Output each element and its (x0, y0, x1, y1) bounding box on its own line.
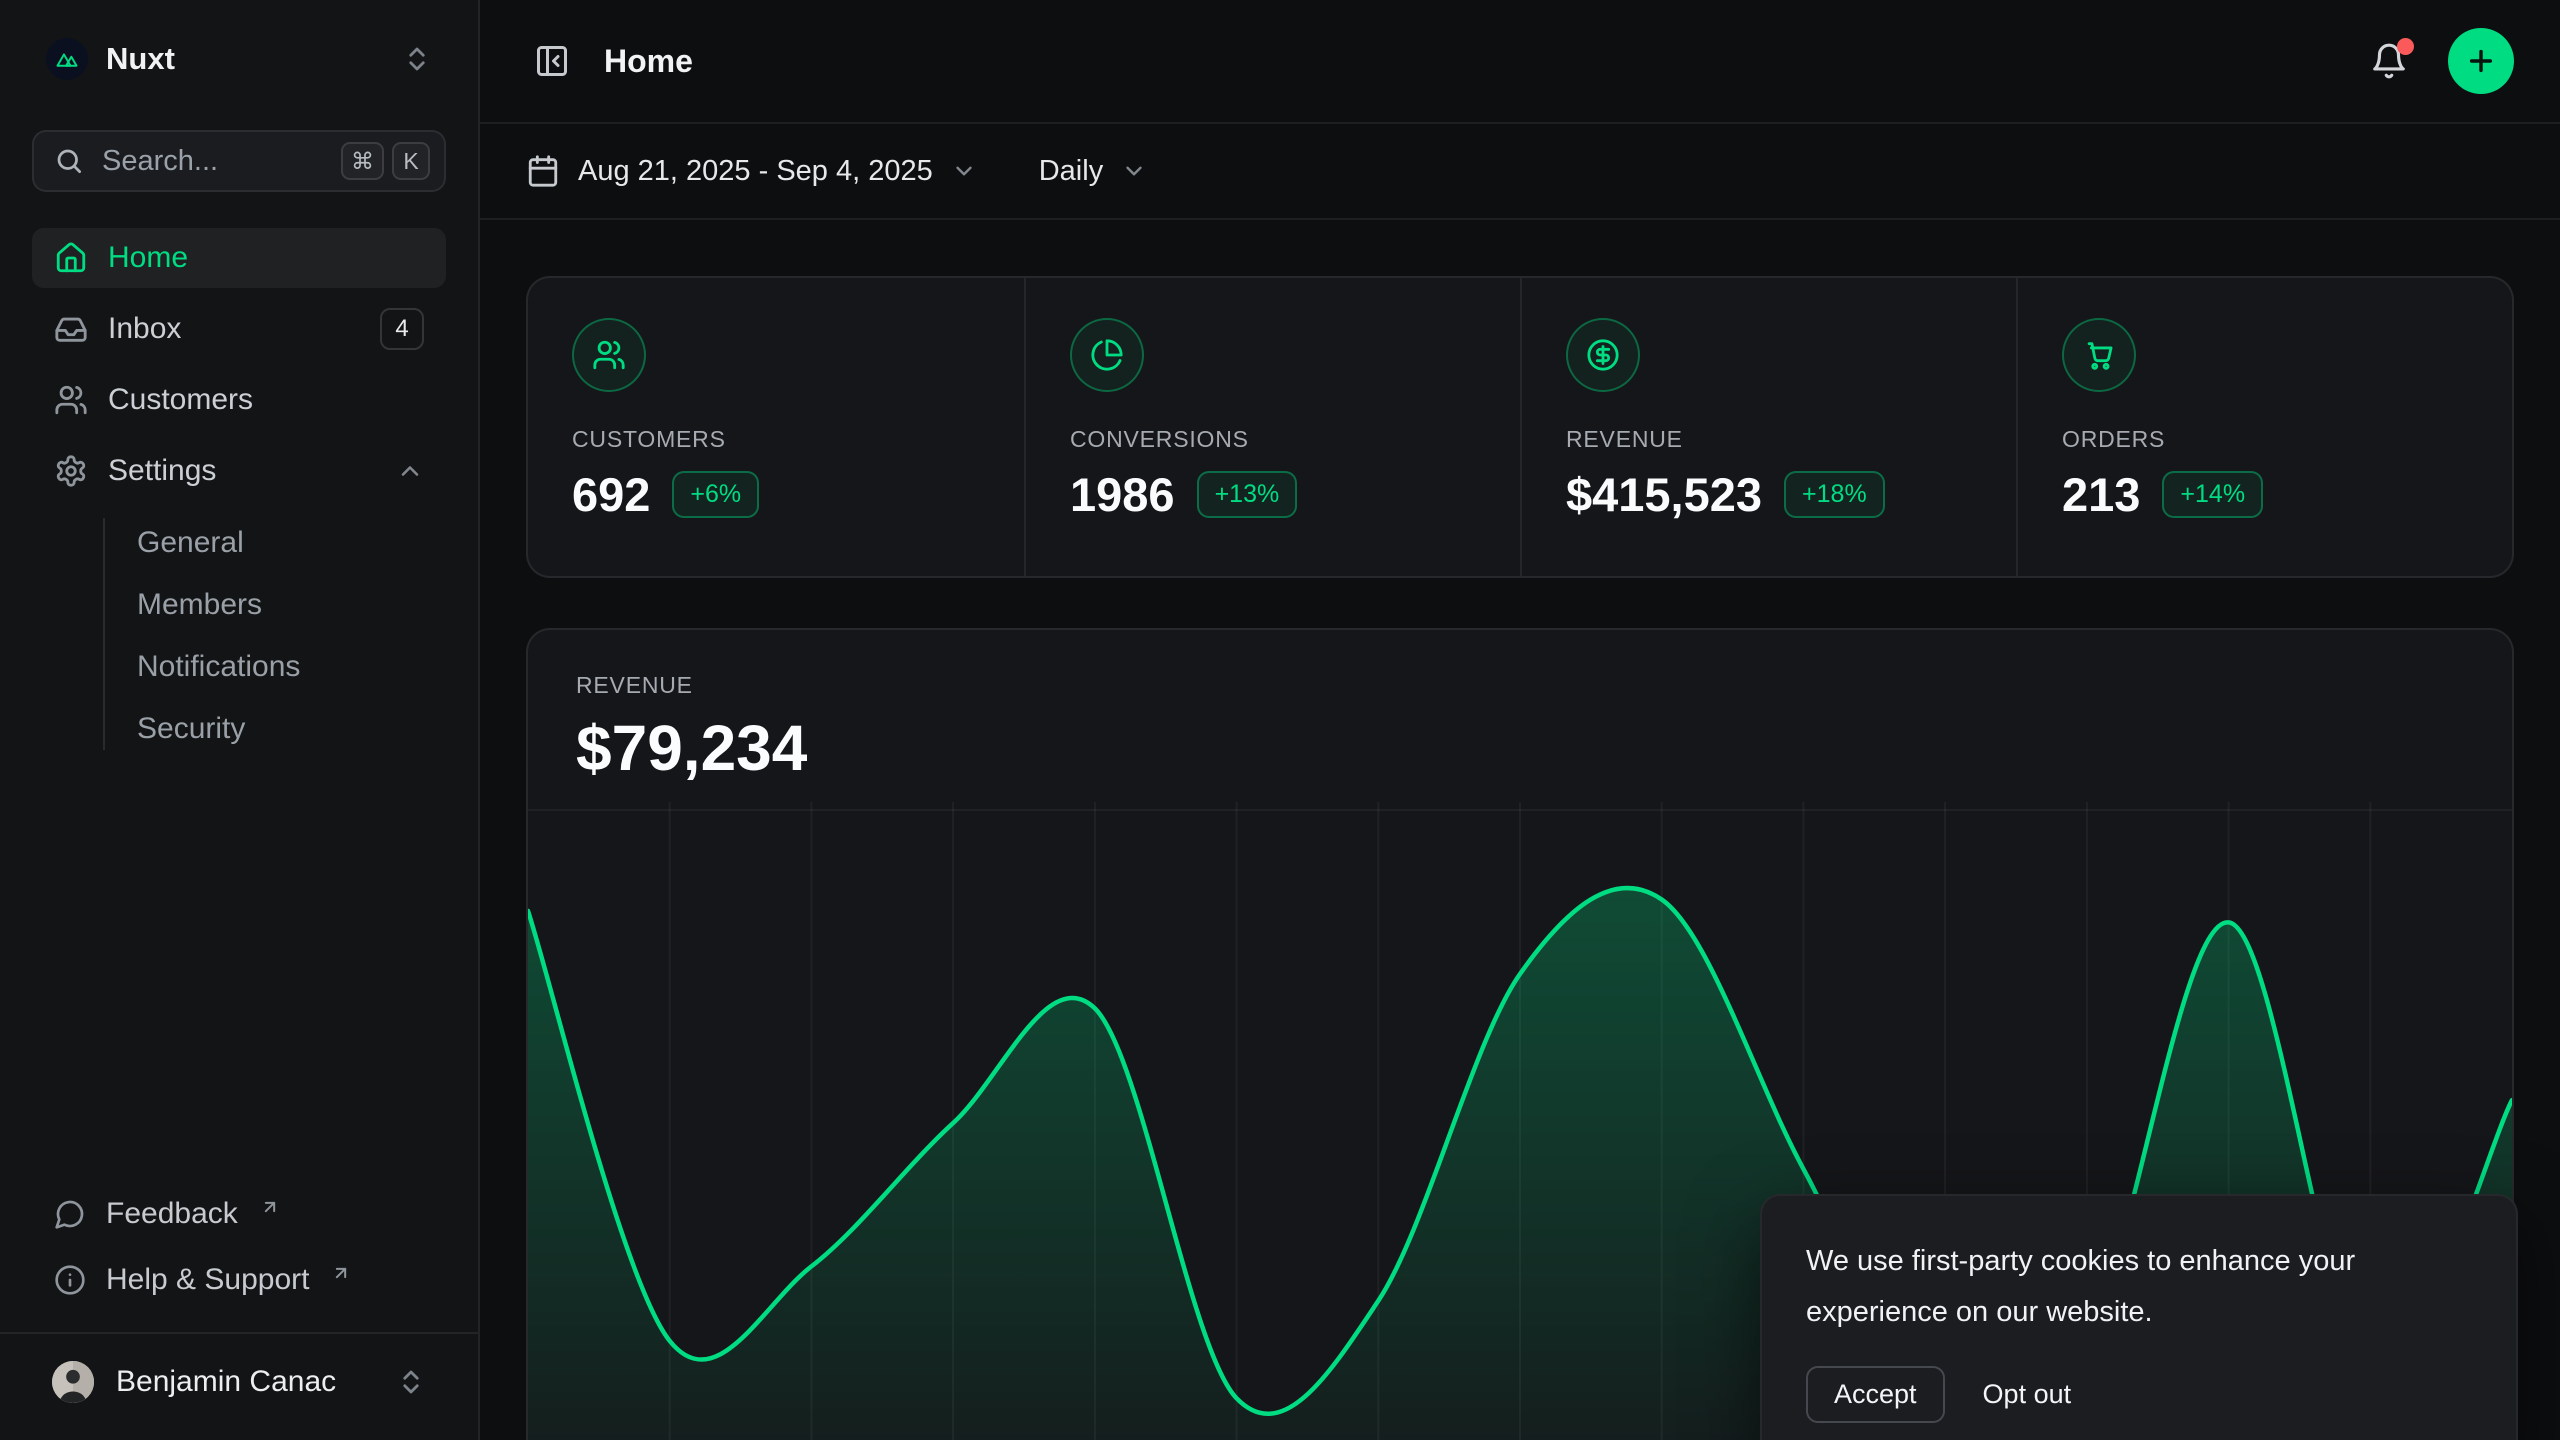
stat-label: ORDERS (2062, 426, 2468, 453)
stat-label: CUSTOMERS (572, 426, 980, 453)
cookie-actions: Accept Opt out (1806, 1366, 2472, 1423)
info-circle-icon (54, 1264, 86, 1296)
revenue-chart-value: $79,234 (576, 711, 2464, 785)
feedback-link[interactable]: Feedback (32, 1184, 446, 1244)
stat-label: REVENUE (1566, 426, 1972, 453)
chevron-down-icon (951, 158, 977, 184)
sidebar-item-label: Customers (108, 383, 253, 417)
cookie-banner: We use first-party cookies to enhance yo… (1760, 1194, 2518, 1440)
stat-value: 213 (2062, 467, 2140, 522)
subnav-guide-line (103, 518, 105, 750)
delta-badge: +13% (1197, 471, 1298, 518)
users-icon (54, 383, 88, 417)
pie-chart-icon (1070, 318, 1144, 392)
page-header: Home (480, 0, 2560, 124)
stat-value: 692 (572, 467, 650, 522)
delta-badge: +18% (1784, 471, 1885, 518)
search-input[interactable]: Search... ⌘ K (32, 130, 446, 192)
sidebar-item-label: Inbox (108, 312, 181, 346)
cart-icon (2062, 318, 2136, 392)
sidebar-nav: Home Inbox 4 Customers (32, 228, 446, 760)
nuxt-logo-icon (46, 38, 88, 80)
stat-label: CONVERSIONS (1070, 426, 1476, 453)
sidebar-item-settings[interactable]: Settings (32, 441, 446, 501)
arrow-up-right-icon (331, 1263, 351, 1283)
notification-dot (2397, 38, 2414, 55)
notifications-button[interactable] (2364, 36, 2414, 86)
kbd-cmd: ⌘ (341, 142, 384, 180)
page-title: Home (604, 43, 693, 80)
arrow-up-right-icon (260, 1197, 280, 1217)
dollar-circle-icon (1566, 318, 1640, 392)
accept-button[interactable]: Accept (1806, 1366, 1945, 1423)
date-range-label: Aug 21, 2025 - Sep 4, 2025 (578, 155, 933, 188)
sidebar-item-security[interactable]: Security (64, 698, 414, 760)
stat-card-orders: ORDERS 213 +14% (2016, 278, 2512, 576)
user-menu[interactable]: Benjamin Canac (32, 1346, 446, 1418)
plus-icon (2465, 45, 2497, 77)
workspace-name: Nuxt (106, 41, 175, 77)
chevron-up-down-icon (402, 44, 432, 74)
stat-value: 1986 (1070, 467, 1175, 522)
date-range-picker[interactable]: Aug 21, 2025 - Sep 4, 2025 (526, 154, 977, 188)
granularity-label: Daily (1039, 155, 1103, 188)
sidebar-item-general[interactable]: General (64, 512, 414, 574)
inbox-count-badge: 4 (380, 308, 424, 350)
opt-out-button[interactable]: Opt out (1979, 1368, 2076, 1421)
kbd-k: K (392, 142, 430, 180)
chevron-down-icon (1121, 158, 1147, 184)
add-button[interactable] (2448, 28, 2514, 94)
revenue-chart-label: REVENUE (576, 672, 2464, 699)
stat-card-revenue: REVENUE $415,523 +18% (1520, 278, 2016, 576)
footer-item-label: Feedback (106, 1197, 238, 1231)
chat-bubble-icon (54, 1198, 86, 1230)
sidebar-item-members[interactable]: Members (64, 574, 414, 636)
sidebar-divider (0, 1332, 478, 1334)
cookie-message: We use first-party cookies to enhance yo… (1806, 1236, 2436, 1338)
gear-icon (54, 454, 88, 488)
sidebar-item-label: Home (108, 241, 188, 275)
search-shortcut: ⌘ K (341, 142, 430, 180)
sidebar-spacer (0, 760, 478, 1184)
search-icon (54, 146, 84, 176)
stats-grid: CUSTOMERS 692 +6% CONVERSIONS 1986 +13% (526, 276, 2514, 578)
stat-card-customers: CUSTOMERS 692 +6% (528, 278, 1024, 576)
settings-subnav: General Members Notifications Security (64, 512, 414, 760)
chevron-up-icon (396, 457, 424, 485)
avatar (52, 1361, 94, 1403)
delta-badge: +14% (2162, 471, 2263, 518)
sidebar-item-inbox[interactable]: Inbox 4 (32, 299, 446, 359)
sidebar-item-notifications[interactable]: Notifications (64, 636, 414, 698)
sidebar: Nuxt Search... ⌘ K Home (0, 0, 480, 1440)
revenue-chart-header: REVENUE $79,234 (528, 630, 2512, 785)
help-support-link[interactable]: Help & Support (32, 1250, 446, 1310)
calendar-icon (526, 154, 560, 188)
stat-card-conversions: CONVERSIONS 1986 +13% (1024, 278, 1520, 576)
sidebar-footer-links: Feedback Help & Support (32, 1184, 446, 1316)
workspace-switcher[interactable]: Nuxt (32, 26, 446, 92)
sidebar-item-label: Settings (108, 454, 216, 488)
chevron-up-down-icon (396, 1367, 426, 1397)
delta-badge: +6% (672, 471, 759, 518)
home-icon (54, 241, 88, 275)
panel-left-close-icon (534, 43, 570, 79)
filters-toolbar: Aug 21, 2025 - Sep 4, 2025 Daily (480, 124, 2560, 220)
inbox-icon (54, 312, 88, 346)
sidebar-item-customers[interactable]: Customers (32, 370, 446, 430)
user-name: Benjamin Canac (116, 1365, 336, 1399)
search-placeholder: Search... (102, 145, 218, 178)
sidebar-collapse-button[interactable] (526, 35, 578, 87)
footer-item-label: Help & Support (106, 1263, 309, 1297)
granularity-select[interactable]: Daily (1039, 155, 1147, 188)
header-actions (2364, 28, 2514, 94)
stat-value: $415,523 (1566, 467, 1762, 522)
sidebar-item-home[interactable]: Home (32, 228, 446, 288)
users-icon (572, 318, 646, 392)
